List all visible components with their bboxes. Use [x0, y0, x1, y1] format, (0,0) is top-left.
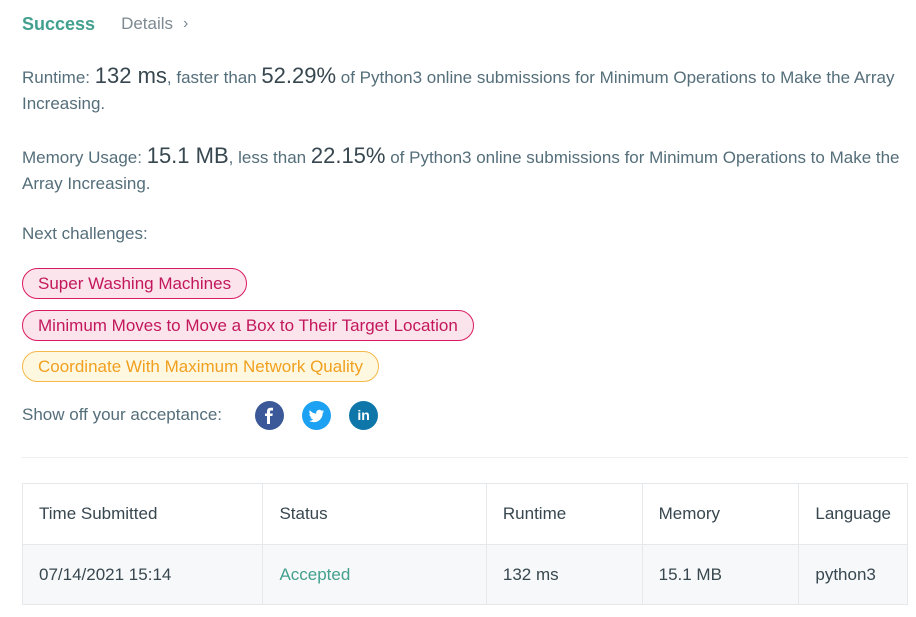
linkedin-icon[interactable]: in [349, 400, 379, 430]
table-header-row: Time Submitted Status Runtime Memory Lan… [21, 483, 908, 545]
challenge-chip-minimum-moves-box[interactable]: Minimum Moves to Move a Box to Their Tar… [22, 310, 474, 341]
runtime-comparison: , faster than [166, 68, 262, 87]
cell-status-accepted-link[interactable]: Accepted [262, 544, 487, 605]
cell-runtime: 132 ms [485, 544, 643, 605]
runtime-label: Runtime: [22, 68, 95, 87]
memory-percent: 22.15% [310, 143, 386, 168]
twitter-icon[interactable] [302, 400, 332, 430]
header-time-submitted: Time Submitted [21, 483, 264, 545]
share-label: Show off your acceptance: [22, 405, 223, 424]
memory-value: 15.1 MB [146, 143, 229, 168]
details-label: Details [121, 14, 174, 33]
runtime-stat: Runtime: 132 ms, faster than 52.29% of P… [22, 63, 908, 117]
submission-result-page: Success Details › Runtime: 132 ms, faste… [0, 0, 916, 617]
header-status: Status [262, 483, 487, 545]
runtime-percent: 52.29% [261, 63, 337, 88]
runtime-value: 132 ms [94, 63, 167, 88]
result-header: Success Details › [22, 11, 188, 37]
header-language: Language [798, 483, 908, 545]
header-memory: Memory [641, 483, 800, 545]
chevron-right-icon: › [183, 15, 189, 32]
share-row: Show off your acceptance: in [22, 399, 396, 431]
challenge-chip-coordinate-network-quality[interactable]: Coordinate With Maximum Network Quality [22, 351, 379, 382]
twitter-glyph [309, 409, 325, 422]
success-label: Success [22, 13, 96, 34]
next-challenges-label: Next challenges: [22, 224, 148, 243]
cell-time-submitted: 07/14/2021 15:14 [21, 544, 264, 605]
details-link[interactable]: Details › [121, 14, 188, 34]
memory-stat: Memory Usage: 15.1 MB, less than 22.15% … [22, 143, 908, 197]
cell-memory: 15.1 MB [641, 544, 800, 605]
submissions-table: Time Submitted Status Runtime Memory Lan… [21, 483, 908, 605]
facebook-icon[interactable] [255, 400, 285, 430]
challenge-chip-super-washing-machines[interactable]: Super Washing Machines [22, 268, 248, 299]
header-runtime: Runtime [485, 483, 643, 545]
memory-comparison: , less than [228, 148, 311, 167]
memory-label: Memory Usage: [22, 148, 147, 167]
divider [22, 457, 908, 458]
cell-language: python3 [798, 544, 908, 605]
facebook-glyph [265, 407, 274, 424]
table-row: 07/14/2021 15:14 Accepted 132 ms 15.1 MB… [21, 544, 908, 605]
